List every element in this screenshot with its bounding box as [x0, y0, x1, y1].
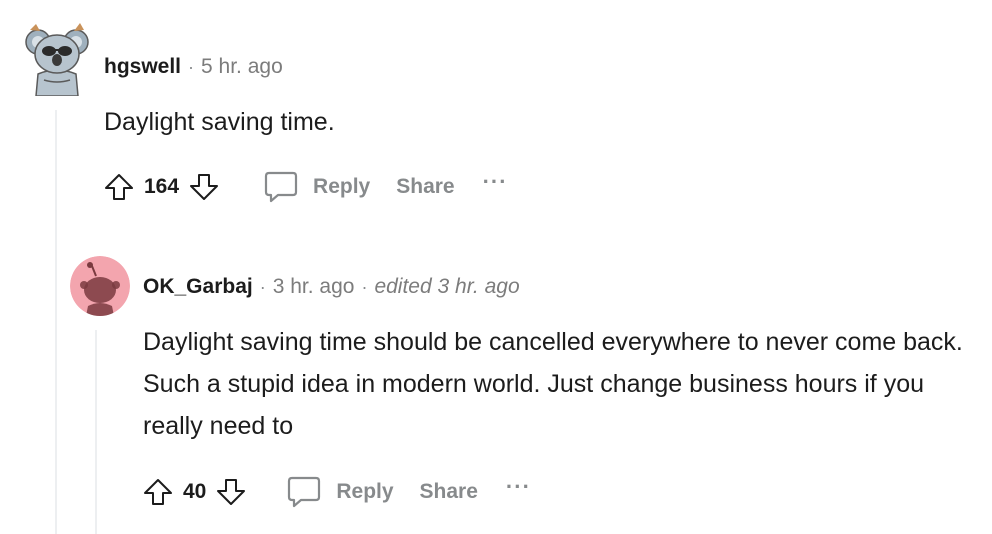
comment-2-share-label: Share [419, 480, 478, 503]
comment-2-reply-label: Reply [336, 480, 394, 503]
thread-line-2[interactable] [95, 330, 97, 534]
comment-2-meta: OK_Garbaj · 3 hr. ago · edited 3 hr. ago [143, 275, 520, 299]
comment-1-more-button[interactable]: ··· [483, 171, 508, 197]
comment-1-body: Daylight saving time. [104, 108, 335, 136]
comment-2-separator-2: · [361, 277, 368, 297]
reply-bubble-icon [286, 475, 322, 509]
downvote-icon[interactable] [216, 477, 246, 507]
comment-1-time[interactable]: 5 hr. ago [201, 55, 283, 79]
koala-avatar-icon[interactable] [24, 22, 90, 96]
comment-2-username[interactable]: OK_Garbaj [143, 275, 253, 299]
comment-1-reply-button[interactable]: Reply [263, 170, 370, 204]
upvote-icon[interactable] [104, 172, 134, 202]
comment-1-share-button[interactable]: Share [396, 175, 454, 199]
reply-bubble-icon [263, 170, 299, 204]
upvote-icon[interactable] [143, 477, 173, 507]
comment-1-separator: · [188, 57, 195, 77]
comment-2-more-button[interactable]: ··· [506, 476, 531, 502]
comment-1-meta: hgswell · 5 hr. ago [104, 55, 283, 79]
thread-line-1[interactable] [55, 110, 57, 534]
comment-2-time[interactable]: 3 hr. ago [273, 275, 355, 299]
comment-1-reply-label: Reply [313, 175, 371, 198]
comment-2-separator: · [259, 277, 266, 297]
comment-2-actions: 40 Reply Share ··· [143, 472, 531, 512]
comment-2-edited: edited 3 hr. ago [374, 275, 520, 298]
comment-2-reply-button[interactable]: Reply [286, 475, 394, 509]
comment-2-score: 40 [183, 480, 207, 503]
comment-1-share-label: Share [396, 175, 455, 198]
comment-2-body: Daylight saving time should be cancelled… [143, 328, 963, 440]
comment-1-actions: 164 Reply Share ··· [104, 167, 508, 207]
snoo-avatar-icon[interactable] [70, 256, 130, 316]
comment-2-share-button[interactable]: Share [420, 480, 478, 504]
comment-1-score: 164 [144, 175, 180, 198]
comment-1-username[interactable]: hgswell [104, 55, 181, 79]
downvote-icon[interactable] [189, 172, 219, 202]
